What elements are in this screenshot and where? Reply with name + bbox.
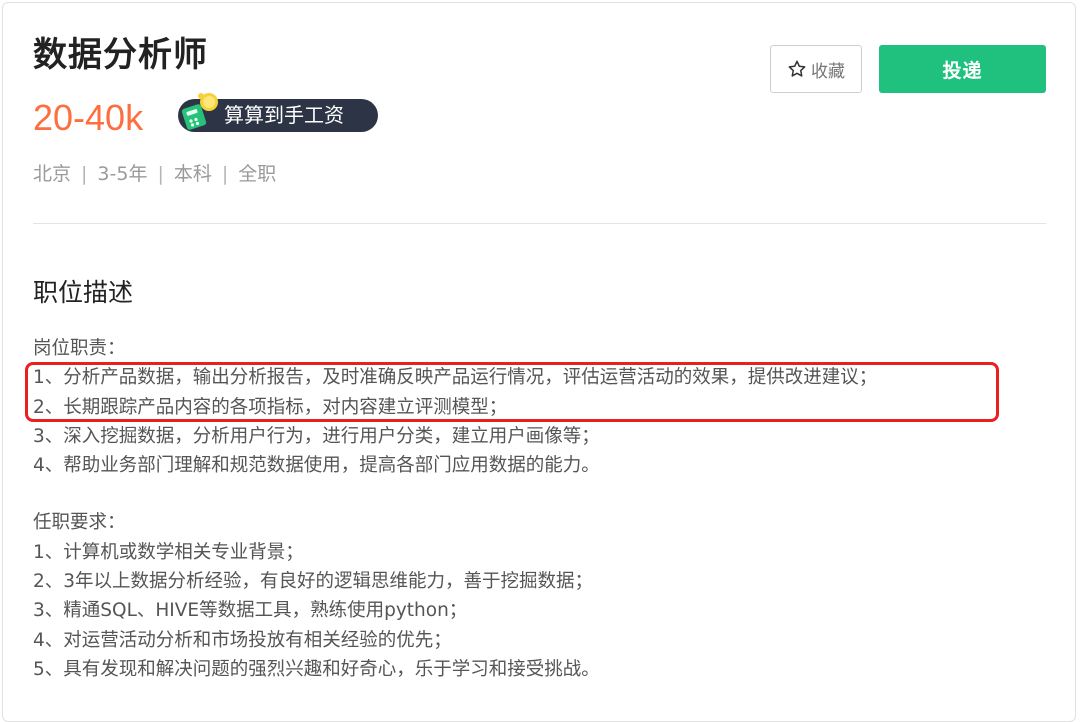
section-title-job-description: 职位描述 <box>33 278 134 307</box>
salary-range: 20-40k <box>33 97 144 138</box>
favorite-label: 收藏 <box>811 61 845 82</box>
job-experience: 3-5年 <box>97 163 148 185</box>
requirement-item: 4、对运营活动分析和市场投放有相关经验的优先； <box>33 629 452 651</box>
responsibilities-heading: 岗位职责： <box>33 338 126 359</box>
job-title: 数据分析师 <box>33 35 208 75</box>
calculate-salary-label: 算算到手工资 <box>224 103 344 127</box>
apply-button[interactable]: 投递 <box>879 45 1046 93</box>
job-education: 本科 <box>173 163 212 185</box>
responsibility-item: 2、长期跟踪产品内容的各项指标，对内容建立评测模型； <box>33 396 508 418</box>
responsibility-item: 1、分析产品数据，输出分析报告，及时准确反映产品运行情况，评估运营活动的效果，提… <box>33 367 878 389</box>
job-type: 全职 <box>238 163 277 185</box>
favorite-button[interactable]: 收藏 <box>770 45 862 93</box>
job-meta: 北京 | 3-5年 | 本科 | 全职 <box>33 160 276 188</box>
requirement-item: 3、精通SQL、HIVE等数据工具，熟练使用python； <box>33 600 468 622</box>
calculator-coin-icon <box>181 93 218 130</box>
meta-separator: | <box>221 163 229 185</box>
star-outline-icon <box>788 60 806 77</box>
job-city: 北京 <box>33 163 72 185</box>
meta-separator: | <box>81 163 88 185</box>
requirement-item: 1、计算机或数学相关专业背景； <box>33 541 304 563</box>
calculate-salary-button[interactable]: 算算到手工资 <box>178 93 378 132</box>
section-divider <box>33 223 1046 224</box>
responsibility-item: 3、深入挖掘数据，分析用户行为，进行用户分类，建立用户画像等； <box>33 425 600 447</box>
requirement-item: 5、具有发现和解决问题的强烈兴趣和好奇心，乐于学习和接受挑战。 <box>33 658 600 680</box>
requirements-heading: 任职要求： <box>33 512 126 534</box>
requirement-item: 2、3年以上数据分析经验，有良好的逻辑思维能力，善于挖掘数据； <box>33 571 594 593</box>
meta-separator: | <box>157 163 164 185</box>
job-description-body: 岗位职责： 1、分析产品数据，输出分析报告，及时准确反映产品运行情况，评估运营活… <box>33 334 1033 684</box>
responsibility-item: 4、帮助业务部门理解和规范数据使用，提高各部门应用数据的能力。 <box>33 455 600 477</box>
